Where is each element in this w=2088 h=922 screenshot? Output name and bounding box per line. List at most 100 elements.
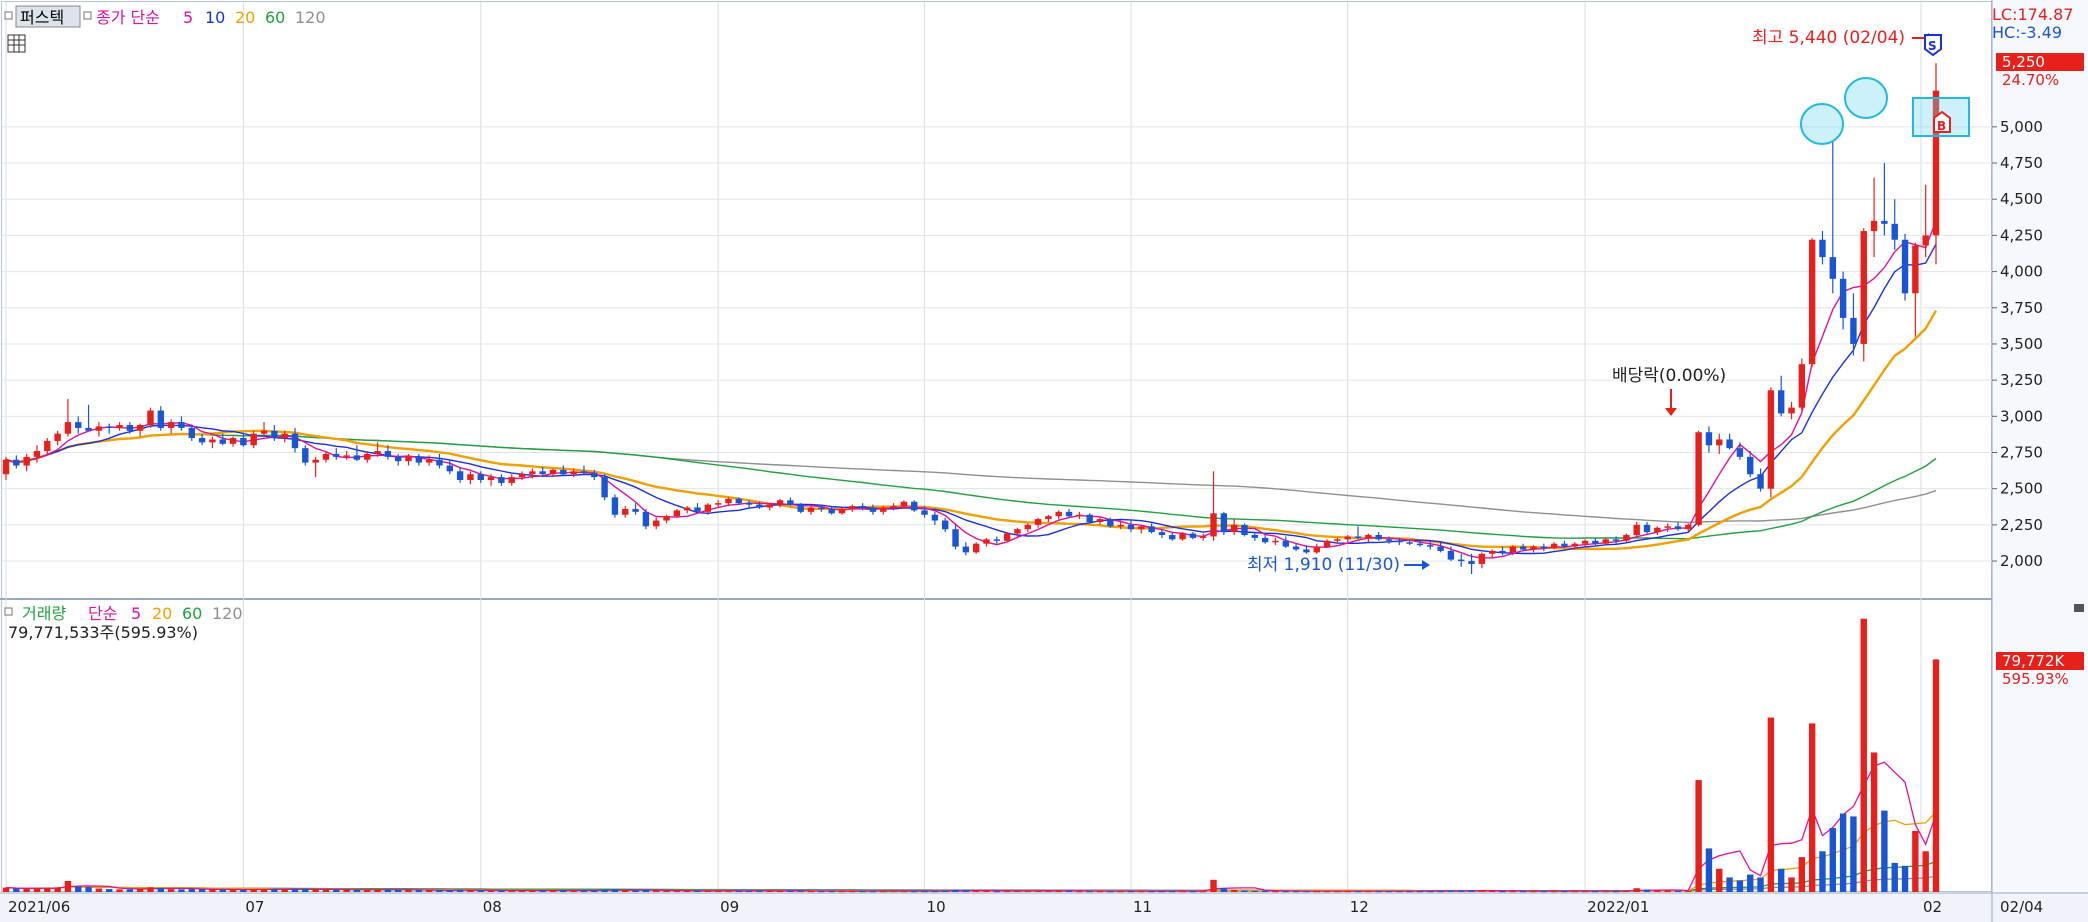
volume-bar [498, 890, 505, 892]
volume-bar [1571, 891, 1578, 893]
ma120-label: 120 [295, 8, 326, 27]
candle-body [1901, 239, 1909, 294]
volume-bar [1323, 891, 1331, 893]
volume-bar [394, 889, 402, 892]
vol-ma60-label: 60 [182, 604, 202, 623]
volume-bar [580, 890, 588, 892]
candle-body [271, 430, 278, 439]
candle-body [714, 503, 722, 505]
volume-bar [1396, 891, 1403, 893]
candle-body [1602, 539, 1609, 544]
candle-body [560, 469, 567, 475]
candle-body [85, 427, 92, 431]
candle-body [1272, 540, 1279, 543]
candle-body [1034, 519, 1042, 525]
candle-body [1045, 516, 1052, 520]
candle-body [642, 511, 650, 527]
candle-body [456, 471, 464, 480]
candle-body [549, 469, 557, 475]
candle-body [1107, 519, 1114, 527]
candle-body [1024, 524, 1031, 530]
volume-bar [828, 891, 835, 893]
volume-bar [869, 891, 877, 893]
candle-body [240, 438, 247, 446]
candle-body [683, 507, 691, 511]
volume-bar [425, 890, 433, 892]
volume-bar [807, 891, 815, 893]
date-tick-label: 12 [1350, 898, 1369, 916]
candle-body [44, 440, 51, 452]
candle-body [518, 474, 526, 478]
volume-bar [1292, 891, 1300, 893]
candle-body [694, 507, 701, 512]
candle-body [487, 477, 495, 480]
volume-bar [85, 887, 92, 892]
legend-square-icon-2 [83, 11, 92, 20]
candle-body [405, 456, 412, 462]
ma60-label: 60 [265, 8, 285, 27]
volume-bar [23, 888, 30, 892]
volume-bar [1695, 780, 1702, 892]
volume-bar [126, 889, 134, 892]
candle-body [1839, 278, 1847, 318]
buy-marker-icon: B [1933, 110, 1951, 133]
volume-bar [312, 889, 319, 892]
candle-body [436, 459, 443, 466]
volume-bar [198, 889, 206, 892]
candle-body [1138, 526, 1145, 530]
volume-bar [1561, 891, 1568, 893]
volume-bar [333, 889, 340, 892]
volume-bar [952, 889, 959, 892]
volume-bar [1406, 891, 1413, 893]
legend-square-icon [4, 11, 13, 20]
candle-body [1375, 535, 1382, 540]
volume-bar [1860, 618, 1867, 892]
candle-body [477, 474, 484, 480]
volume-bar [1169, 891, 1176, 893]
date-tick-label: 2021/06 [8, 898, 70, 916]
volume-bar [167, 889, 175, 892]
candle-body [776, 500, 784, 505]
volume-bar [240, 889, 247, 892]
volume-bar [1612, 891, 1620, 893]
price-tick-label: 2,500 [2000, 480, 2043, 498]
candle-body [64, 422, 72, 434]
high-annotation: 최고 5,440 (02/04) [1752, 28, 1905, 48]
candle-body [1819, 239, 1826, 258]
date-tick-label: 08 [483, 898, 502, 916]
candle-body [116, 425, 123, 428]
stock-chart[interactable]: 5,000 4,750 4,500 4,250 4,000 3,750 3,500 3,250… [0, 0, 2088, 922]
candle-body [1014, 529, 1021, 534]
date-tick-label: 10 [927, 898, 946, 916]
candle-body [1437, 546, 1444, 551]
volume-bar [1654, 890, 1661, 892]
candle-body [766, 504, 773, 508]
candle-body [818, 507, 825, 509]
candle-body [1406, 542, 1413, 544]
candle-body [467, 474, 474, 480]
volume-bar [539, 890, 546, 892]
candle-body [828, 508, 835, 514]
volume-bar [13, 888, 20, 892]
volume-bar [1643, 889, 1651, 892]
candle-body [1592, 540, 1599, 544]
volume-bar [136, 888, 144, 892]
volume-bar [446, 890, 453, 892]
volume-bar [818, 891, 825, 893]
volume-pane-toggle-icon[interactable] [2074, 604, 2084, 612]
candle-body [157, 410, 165, 428]
volume-bar [384, 889, 392, 892]
candle-body [1808, 239, 1816, 365]
candle-body [1581, 540, 1589, 544]
candle-body [1200, 536, 1207, 538]
date-tick-label: 2022/01 [1587, 898, 1649, 916]
volume-bar [941, 890, 949, 892]
candle-body [1540, 546, 1548, 549]
candle-body [1489, 550, 1496, 554]
candle-body [1881, 220, 1888, 224]
candle-body [106, 426, 113, 428]
calendar-icon[interactable] [7, 34, 26, 53]
volume-bar [1344, 891, 1351, 893]
candle-body [1416, 543, 1424, 546]
candle-body [1396, 540, 1403, 543]
